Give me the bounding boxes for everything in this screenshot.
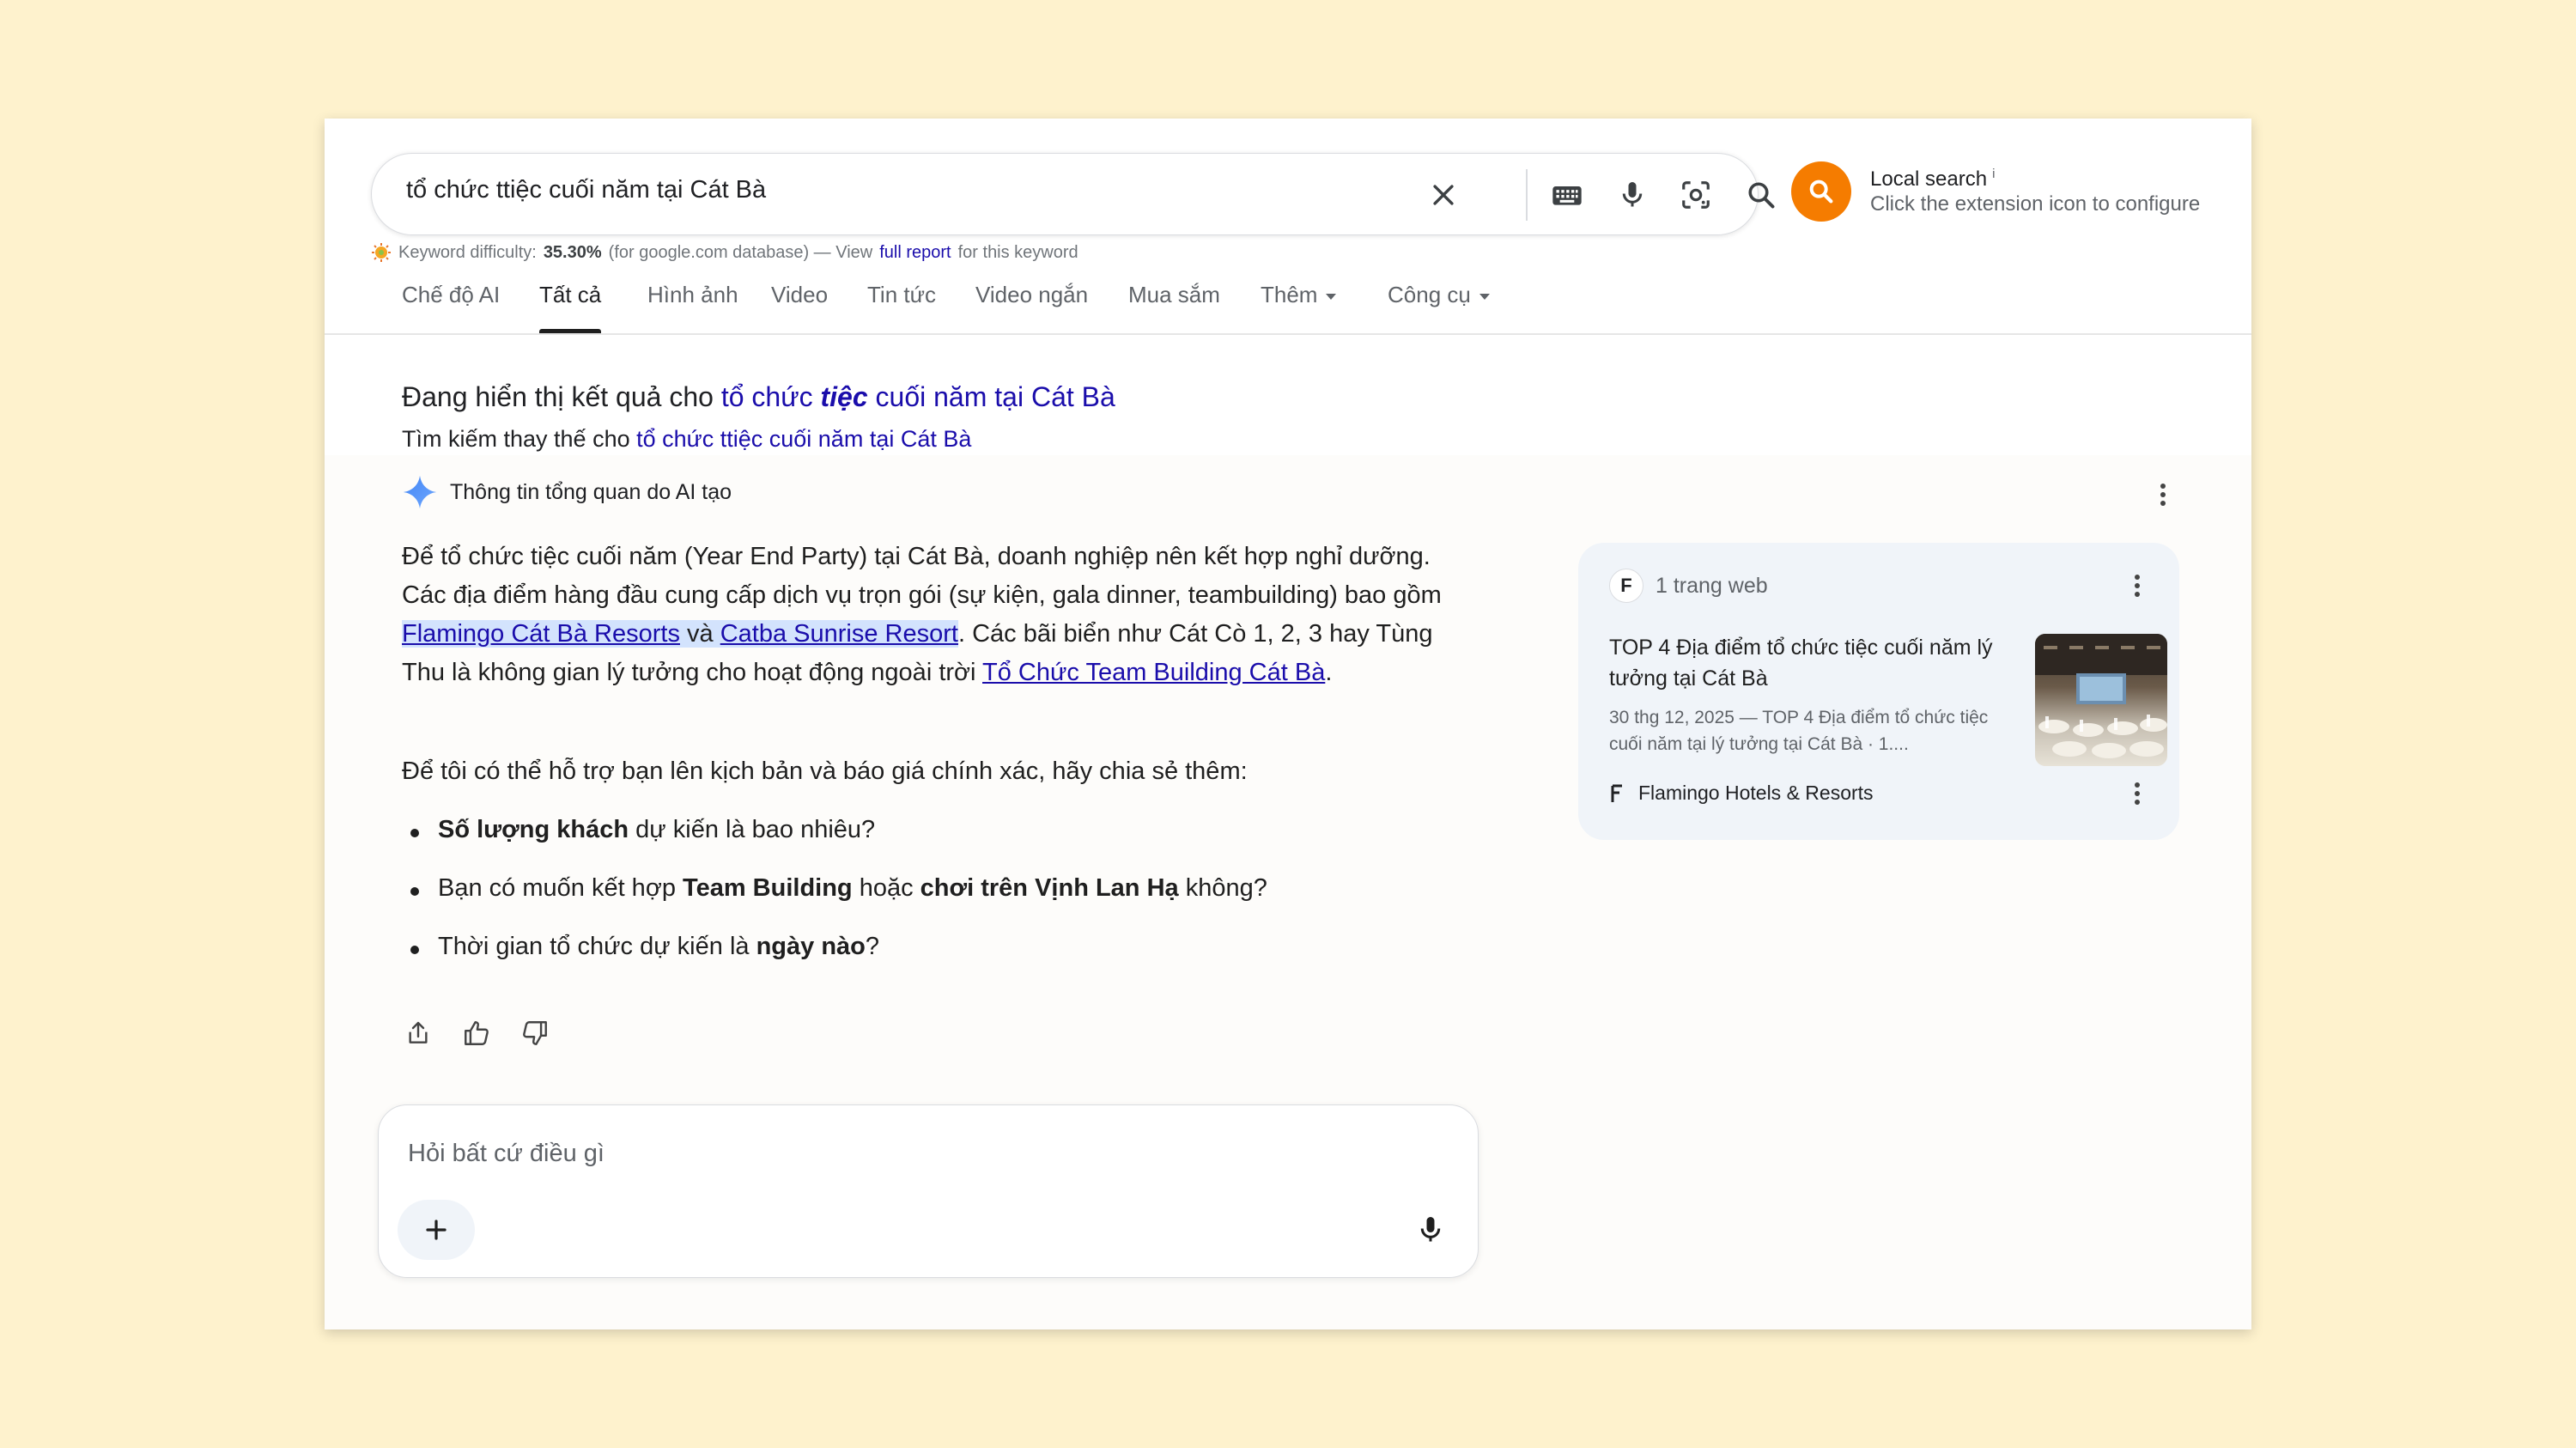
- tab-all[interactable]: Tất cả: [539, 282, 602, 333]
- source-snippet: 30 thg 12, 2025 — TOP 4 Địa điểm tổ chức…: [1609, 708, 1989, 754]
- original-query-link[interactable]: tổ chức ttiệc cuối năm tại Cát Bà: [636, 426, 971, 452]
- keyword-difficulty-label: Keyword difficulty:: [398, 242, 537, 262]
- showing-results-for: Đang hiển thị kết quả cho tổ chức tiệc c…: [402, 381, 1115, 412]
- catba-sunrise-link[interactable]: Catba Sunrise Resort: [720, 620, 958, 648]
- tab-shopping[interactable]: Mua sắm: [1128, 282, 1220, 333]
- source-count[interactable]: 1 trang web: [1656, 574, 1768, 599]
- keyword-difficulty-database: (for google.com database) — View: [608, 242, 873, 262]
- source-site-more-icon[interactable]: [2124, 776, 2150, 811]
- flamingo-resort-link[interactable]: Flamingo Cát Bà Resorts: [402, 620, 680, 648]
- source-card: F 1 trang web TOP 4 Địa điểm tổ chức tiệ…: [1578, 543, 2179, 840]
- ai-overview-more-icon[interactable]: [2150, 478, 2176, 512]
- source-site[interactable]: Flamingo Hotels & Resorts: [1609, 782, 1874, 805]
- source-card-more-icon[interactable]: [2124, 569, 2150, 603]
- camera-lens-icon[interactable]: [1675, 174, 1716, 216]
- tab-videos[interactable]: Video: [771, 282, 828, 333]
- tab-short-videos[interactable]: Video ngắn: [975, 282, 1088, 333]
- tab-news[interactable]: Tin tức: [867, 282, 936, 333]
- tabs-divider: [325, 333, 2251, 335]
- list-item: Bạn có muốn kết hợp Team Building hoặc c…: [402, 874, 1267, 933]
- source-thumbnail[interactable]: [2035, 634, 2167, 766]
- list-item: Số lượng khách dự kiến là bao nhiêu?: [402, 816, 1267, 874]
- keyword-difficulty-bar: Keyword difficulty: 35.30% (for google.c…: [371, 242, 1078, 263]
- keyword-difficulty-suffix: for this keyword: [957, 242, 1078, 262]
- share-icon[interactable]: [398, 1013, 438, 1053]
- ai-question-list: Số lượng khách dự kiến là bao nhiêu? Bạn…: [402, 816, 1267, 991]
- ai-answer-paragraph: Để tổ chức tiệc cuối năm (Year End Party…: [402, 543, 1442, 686]
- search-icon: [1809, 179, 1833, 204]
- clear-icon[interactable]: [1423, 174, 1464, 216]
- tab-ai-mode[interactable]: Chế độ AI: [402, 282, 500, 333]
- voice-input-icon[interactable]: [1409, 1208, 1452, 1251]
- team-building-link[interactable]: Tổ Chức Team Building Cát Bà: [982, 659, 1325, 686]
- search-instead-for: Tìm kiếm thay thế cho tổ chức ttiệc cuối…: [402, 426, 972, 452]
- search-query[interactable]: tổ chức ttiệc cuối năm tại Cát Bà: [406, 176, 766, 204]
- ai-overview-title: Thông tin tổng quan do AI tạo: [450, 479, 732, 504]
- caret-down-icon: [1326, 293, 1337, 300]
- tab-more[interactable]: Thêm: [1261, 282, 1337, 333]
- add-attachment-button[interactable]: [398, 1200, 475, 1260]
- corrected-query-link[interactable]: tổ chức tiệc cuối năm tại Cát Bà: [721, 381, 1115, 412]
- ask-anything-box: [378, 1104, 1479, 1278]
- ask-anything-input[interactable]: [408, 1140, 1181, 1168]
- tab-images[interactable]: Hình ảnh: [647, 282, 738, 333]
- extension-title: Local search i: [1870, 167, 1996, 191]
- info-icon[interactable]: i: [1992, 167, 1995, 181]
- search-divider: [1526, 169, 1528, 221]
- microphone-icon[interactable]: [1612, 174, 1653, 216]
- list-item: Thời gian tổ chức dự kiến là ngày nào?: [402, 933, 1267, 991]
- local-search-extension-button[interactable]: [1791, 161, 1851, 222]
- tab-tools[interactable]: Công cụ: [1388, 282, 1490, 333]
- banquet-hall-image: [2035, 634, 2167, 758]
- ai-followup-text: Để tôi có thể hỗ trợ bạn lên kịch bản và…: [402, 757, 1248, 785]
- semrush-badge-icon: [372, 243, 391, 262]
- flamingo-logo-icon: [1611, 784, 1622, 802]
- search-box[interactable]: tổ chức ttiệc cuối năm tại Cát Bà: [371, 153, 1775, 235]
- flamingo-favicon: F: [1609, 569, 1643, 603]
- browser-window: tổ chức ttiệc cuối năm tại Cát Bà Local …: [325, 119, 2251, 1329]
- plus-icon: [426, 1220, 447, 1240]
- gemini-sparkle-icon: [403, 475, 437, 509]
- keyboard-icon[interactable]: [1546, 174, 1588, 216]
- thumbs-up-icon[interactable]: [457, 1013, 496, 1053]
- thumbs-down-icon[interactable]: [515, 1013, 555, 1053]
- source-title-link[interactable]: TOP 4 Địa điểm tổ chức tiệc cuối năm lý …: [1609, 632, 1996, 694]
- caret-down-icon: [1479, 293, 1490, 300]
- extension-subtitle: Click the extension icon to configure: [1870, 192, 2201, 216]
- full-report-link[interactable]: full report: [879, 243, 951, 263]
- keyword-difficulty-value: 35.30%: [543, 242, 602, 262]
- search-icon[interactable]: [1741, 174, 1782, 216]
- ai-overview-header: Thông tin tổng quan do AI tạo: [402, 474, 732, 510]
